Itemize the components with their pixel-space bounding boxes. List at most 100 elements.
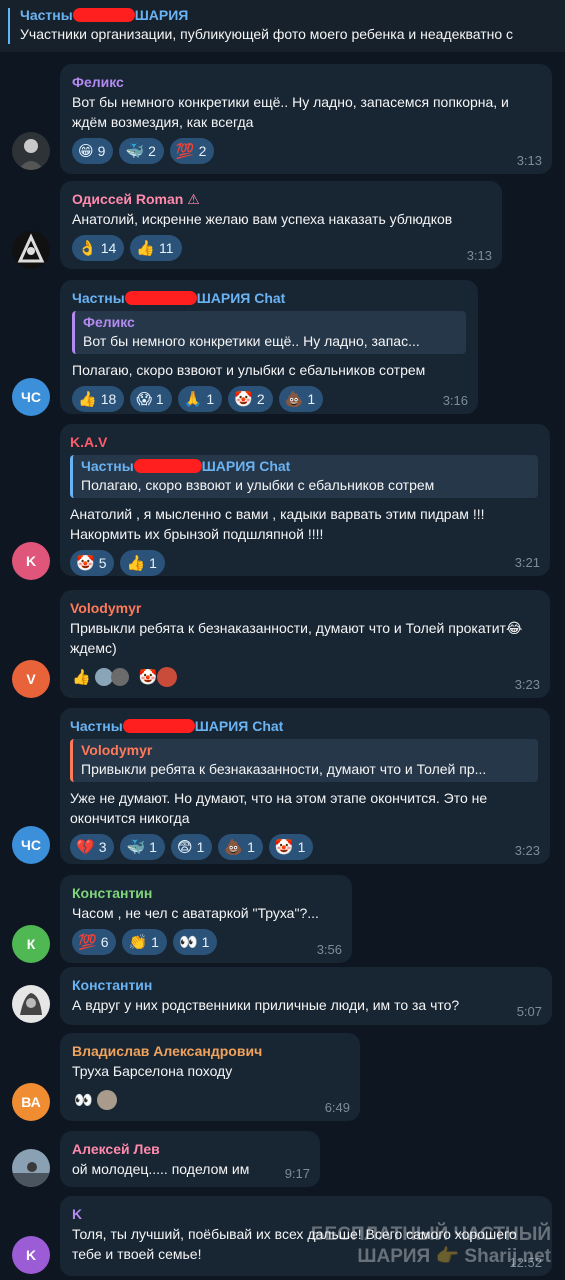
reaction-chip[interactable]: 👀 1	[172, 929, 218, 955]
sender-name[interactable]: K.A.V	[70, 432, 538, 452]
reaction-chip[interactable]: 👌 14	[72, 235, 125, 261]
reaction-chip[interactable]: 🐳 2	[119, 138, 164, 164]
reaction-count: 18	[100, 391, 117, 407]
reaction-chip[interactable]: 👍 11	[130, 235, 182, 261]
reaction-chip[interactable]: 👀	[72, 1087, 119, 1113]
reaction-emoji: 👌	[78, 239, 97, 257]
message-bubble[interactable]: Феликс Вот бы немного конкретики ещё.. Н…	[60, 64, 552, 174]
message-bubble[interactable]: Владислав Александрович Труха Барселона …	[60, 1033, 360, 1121]
reaction-emoji: 🤡	[234, 390, 253, 408]
reaction-emoji: 😁	[78, 142, 94, 160]
reaction-count: 1	[307, 391, 316, 407]
avatar[interactable]: ЧС	[12, 378, 50, 416]
message-text: Анатолий, искренне желаю вам успеха нака…	[72, 211, 453, 227]
reaction-emoji: 💔	[76, 838, 95, 856]
reply-preview[interactable]: Volodymyr Привыкли ребята к безнаказанно…	[70, 739, 538, 782]
reaction-chip[interactable]: 💩 1	[218, 834, 263, 860]
reaction-chip[interactable]: 🐳 1	[120, 834, 165, 860]
avatar[interactable]: К	[12, 925, 50, 963]
reaction-chip[interactable]: 💯 2	[169, 138, 215, 164]
reaction-chip[interactable]: 🙏 1	[177, 386, 223, 412]
reactions: 🤡 5 👍 1	[70, 550, 538, 576]
censor-block	[72, 8, 135, 22]
sender-name[interactable]: Одиссей Roman ⚠	[72, 189, 490, 209]
reply-sender: Volodymyr	[81, 742, 153, 758]
message-time: 5:07	[516, 1004, 542, 1019]
reaction-chip[interactable]: 👍 1	[120, 550, 165, 576]
reaction-chip[interactable]: 👍	[70, 664, 131, 690]
message-text: Часом , не чел с аватаркой "Труха"?...	[72, 905, 319, 921]
avatar[interactable]: ВА	[12, 1083, 50, 1121]
message-bubble[interactable]: Volodymyr Привыкли ребята к безнаказанно…	[60, 590, 550, 698]
avatar[interactable]: K	[12, 1236, 50, 1274]
watermark-line: ШАРИЯ 👉 Sharij.net	[357, 1246, 551, 1267]
avatar-image-icon	[12, 985, 50, 1023]
reactions: 👍 🤡	[70, 664, 538, 690]
reaction-count: 6	[100, 934, 109, 950]
reaction-chip[interactable]: 👍 18	[72, 386, 125, 412]
avatar[interactable]: ЧС	[12, 826, 50, 864]
sender-name[interactable]: Volodymyr	[70, 598, 538, 618]
message-bubble[interactable]: K.A.V Частны ШАРИЯ Chat Полагаю, скоро вз…	[60, 424, 550, 576]
avatar[interactable]: K	[12, 542, 50, 580]
reaction-emoji: 👀	[178, 933, 198, 951]
reactions: 👀	[72, 1087, 348, 1113]
avatar[interactable]	[12, 231, 50, 269]
reaction-chip[interactable]: 🤡 5	[70, 550, 115, 576]
message-bubble[interactable]: Константин А вдруг у них родственники пр…	[60, 967, 552, 1025]
reply-text: Полагаю, скоро взвоют и улыбки с ебальни…	[81, 477, 435, 493]
avatar[interactable]	[12, 1149, 50, 1187]
avatar-image-icon	[12, 132, 50, 170]
message-bubble[interactable]: Алексей Лев ой молодец..... поделом им 9…	[60, 1131, 320, 1187]
reply-preview[interactable]: Частны ШАРИЯ Chat Полагаю, скоро взвоют и…	[70, 455, 538, 498]
message-text: Привыкли ребята к безнаказанности, думаю…	[70, 620, 523, 656]
reaction-chip[interactable]: 👏 1	[122, 929, 167, 955]
reaction-chip[interactable]: 💔 3	[70, 834, 115, 860]
message-bubble[interactable]: Одиссей Roman ⚠ Анатолий, искренне желаю…	[60, 181, 502, 269]
reaction-chip[interactable]: 😁 9	[72, 138, 114, 164]
avatar[interactable]: V	[12, 660, 50, 698]
reply-sender: Феликс	[83, 314, 135, 330]
sender-name[interactable]: Константин	[72, 883, 340, 903]
message-bubble[interactable]: Частны ШАРИЯ Chat Volodymyr Привыкли ребя…	[60, 708, 550, 864]
message-bubble[interactable]: Частны ШАРИЯ Chat Феликс Вот бы немного к…	[60, 280, 478, 414]
pinned-text: Участники организации, публикующей фото …	[20, 26, 514, 42]
pinned-accent-bar	[8, 8, 10, 44]
message-time: 3:56	[316, 942, 342, 957]
reaction-chip[interactable]: 💯 6	[72, 929, 117, 955]
reaction-emoji: 👍	[126, 554, 146, 572]
reaction-emoji: 🤡	[76, 554, 95, 572]
message-text: Вот бы немного конкретики ещё.. Ну ладно…	[72, 94, 509, 130]
sender-name[interactable]: K	[72, 1204, 540, 1224]
reaction-chip[interactable]: 😨 1	[170, 834, 213, 860]
sender-name[interactable]: Феликс	[72, 72, 540, 92]
reaction-emoji: 😱	[136, 390, 152, 408]
reaction-count: 1	[151, 934, 159, 950]
pinned-message-bar[interactable]: Частны ШАРИЯ Участники организации, публи…	[0, 0, 565, 52]
message-text: А вдруг у них родственники приличные люд…	[72, 997, 460, 1013]
sender-name[interactable]: Алексей Лев	[72, 1139, 308, 1159]
reaction-count: 2	[256, 391, 265, 407]
avatar[interactable]	[12, 132, 50, 170]
message-bubble[interactable]: Константин Часом , не чел с аватаркой "Т…	[60, 875, 352, 963]
reaction-count: 1	[149, 555, 157, 571]
reaction-chip[interactable]: 🤡	[137, 664, 180, 690]
reaction-chip[interactable]: 😱 1	[130, 386, 172, 412]
message-text: ой молодец..... поделом им	[72, 1161, 250, 1177]
reply-text: Привыкли ребята к безнаказанности, думаю…	[81, 761, 487, 777]
reaction-chip[interactable]: 🤡 2	[228, 386, 273, 412]
reaction-chip[interactable]: 💩 1	[278, 386, 324, 412]
avatar[interactable]	[12, 985, 50, 1023]
message-time: 3:21	[514, 555, 540, 570]
pinned-title: Частны ШАРИЯ	[20, 7, 189, 23]
reaction-emoji: 🤡	[274, 838, 294, 856]
sender-name[interactable]: Константин	[72, 975, 540, 995]
reaction-chip[interactable]: 🤡 1	[268, 834, 314, 860]
reactions: 💔 3 🐳 1 😨 1 💩 1 🤡 1	[70, 834, 538, 860]
watermark: БЕСПЛАТНЫЙ ЧАСТНЫЙ ШАРИЯ 👉 Sharij.net	[311, 1224, 551, 1268]
reply-preview[interactable]: Феликс Вот бы немного конкретики ещё.. Н…	[72, 311, 466, 354]
censor-block	[133, 459, 202, 473]
sender-name[interactable]: Частны ШАРИЯ Chat	[72, 288, 466, 308]
sender-name[interactable]: Частны ШАРИЯ Chat	[70, 716, 538, 736]
sender-name[interactable]: Владислав Александрович	[72, 1041, 348, 1061]
